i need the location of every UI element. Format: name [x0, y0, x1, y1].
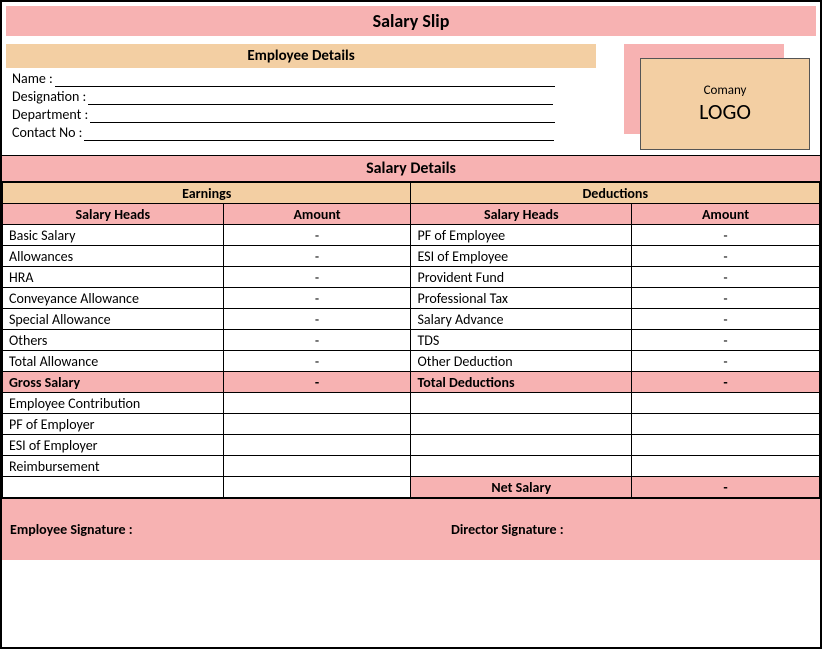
earning-amount: -	[223, 351, 411, 372]
earning-amount: -	[223, 225, 411, 246]
extra-label: PF of Employer	[3, 414, 224, 435]
gross-salary-label: Gross Salary	[3, 372, 224, 393]
table-row: PF of Employer	[3, 414, 820, 435]
table-row: HRA - Provident Fund -	[3, 267, 820, 288]
label-designation: Designation :	[12, 88, 86, 105]
label-department: Department :	[12, 106, 88, 123]
logo-text-2: LOGO	[699, 98, 751, 125]
empty-cell	[632, 456, 820, 477]
col-amount-right: Amount	[632, 204, 820, 225]
label-name: Name :	[12, 70, 53, 87]
deduction-label: TDS	[411, 330, 632, 351]
earning-label: HRA	[3, 267, 224, 288]
table-row: Special Allowance - Salary Advance -	[3, 309, 820, 330]
earning-label: Special Allowance	[3, 309, 224, 330]
empty-cell	[411, 435, 632, 456]
company-logo-placeholder: Comany LOGO	[640, 58, 810, 150]
earning-amount: -	[223, 330, 411, 351]
deduction-label: PF of Employee	[411, 225, 632, 246]
empty-cell	[223, 456, 411, 477]
earning-amount: -	[223, 288, 411, 309]
employee-signature-label: Employee Signature :	[2, 521, 411, 538]
earning-label: Others	[3, 330, 224, 351]
page-title: Salary Slip	[6, 6, 816, 36]
signature-area: Employee Signature : Director Signature …	[2, 498, 820, 560]
extra-label: Employee Contribution	[3, 393, 224, 414]
earning-amount: -	[223, 267, 411, 288]
empty-cell	[632, 393, 820, 414]
table-row: Conveyance Allowance - Professional Tax …	[3, 288, 820, 309]
totals-row: Gross Salary - Total Deductions -	[3, 372, 820, 393]
empty-cell	[411, 414, 632, 435]
input-line-name[interactable]	[55, 71, 555, 87]
deduction-label: Professional Tax	[411, 288, 632, 309]
deduction-amount: -	[632, 246, 820, 267]
deduction-amount: -	[632, 267, 820, 288]
deduction-label: Other Deduction	[411, 351, 632, 372]
deduction-amount: -	[632, 288, 820, 309]
input-line-designation[interactable]	[88, 89, 553, 105]
extra-label: ESI of Employer	[3, 435, 224, 456]
total-deductions-amount: -	[632, 372, 820, 393]
col-amount-left: Amount	[223, 204, 411, 225]
salary-table: Earnings Deductions Salary Heads Amount …	[2, 182, 820, 498]
table-row: Allowances - ESI of Employee -	[3, 246, 820, 267]
empty-cell	[411, 393, 632, 414]
earning-amount: -	[223, 309, 411, 330]
deduction-label: Salary Advance	[411, 309, 632, 330]
empty-cell	[223, 414, 411, 435]
input-line-department[interactable]	[90, 107, 555, 123]
earning-amount: -	[223, 246, 411, 267]
deduction-amount: -	[632, 309, 820, 330]
empty-cell	[223, 477, 411, 498]
deduction-amount: -	[632, 330, 820, 351]
logo-text-1: Comany	[704, 83, 747, 98]
deduction-amount: -	[632, 351, 820, 372]
label-contact: Contact No :	[12, 124, 82, 141]
earning-label: Total Allowance	[3, 351, 224, 372]
input-line-contact[interactable]	[84, 125, 554, 141]
logo-area: Comany LOGO	[610, 44, 810, 159]
employee-details-section: Employee Details Name : Designation : De…	[2, 44, 820, 141]
extra-label: Reimbursement	[3, 456, 224, 477]
net-salary-amount: -	[632, 477, 820, 498]
empty-cell	[223, 393, 411, 414]
salary-details-header: Salary Details	[2, 155, 820, 182]
table-row: Reimbursement	[3, 456, 820, 477]
empty-cell	[3, 477, 224, 498]
empty-cell	[632, 414, 820, 435]
gross-salary-amount: -	[223, 372, 411, 393]
empty-cell	[632, 435, 820, 456]
empty-cell	[223, 435, 411, 456]
deductions-header: Deductions	[411, 183, 820, 204]
earnings-header: Earnings	[3, 183, 411, 204]
salary-slip-page: Salary Slip Employee Details Name : Desi…	[0, 0, 822, 649]
director-signature-label: Director Signature :	[411, 521, 820, 538]
earning-label: Conveyance Allowance	[3, 288, 224, 309]
net-salary-label: Net Salary	[411, 477, 632, 498]
earning-label: Basic Salary	[3, 225, 224, 246]
deduction-label: Provident Fund	[411, 267, 632, 288]
table-row: Total Allowance - Other Deduction -	[3, 351, 820, 372]
earning-label: Allowances	[3, 246, 224, 267]
table-row: Others - TDS -	[3, 330, 820, 351]
table-row: Basic Salary - PF of Employee -	[3, 225, 820, 246]
total-deductions-label: Total Deductions	[411, 372, 632, 393]
table-row: Employee Contribution	[3, 393, 820, 414]
empty-cell	[411, 456, 632, 477]
col-salary-heads-left: Salary Heads	[3, 204, 224, 225]
table-row: ESI of Employer	[3, 435, 820, 456]
deduction-amount: -	[632, 225, 820, 246]
employee-details-header: Employee Details	[6, 44, 596, 68]
deduction-label: ESI of Employee	[411, 246, 632, 267]
net-salary-row: Net Salary -	[3, 477, 820, 498]
col-salary-heads-right: Salary Heads	[411, 204, 632, 225]
